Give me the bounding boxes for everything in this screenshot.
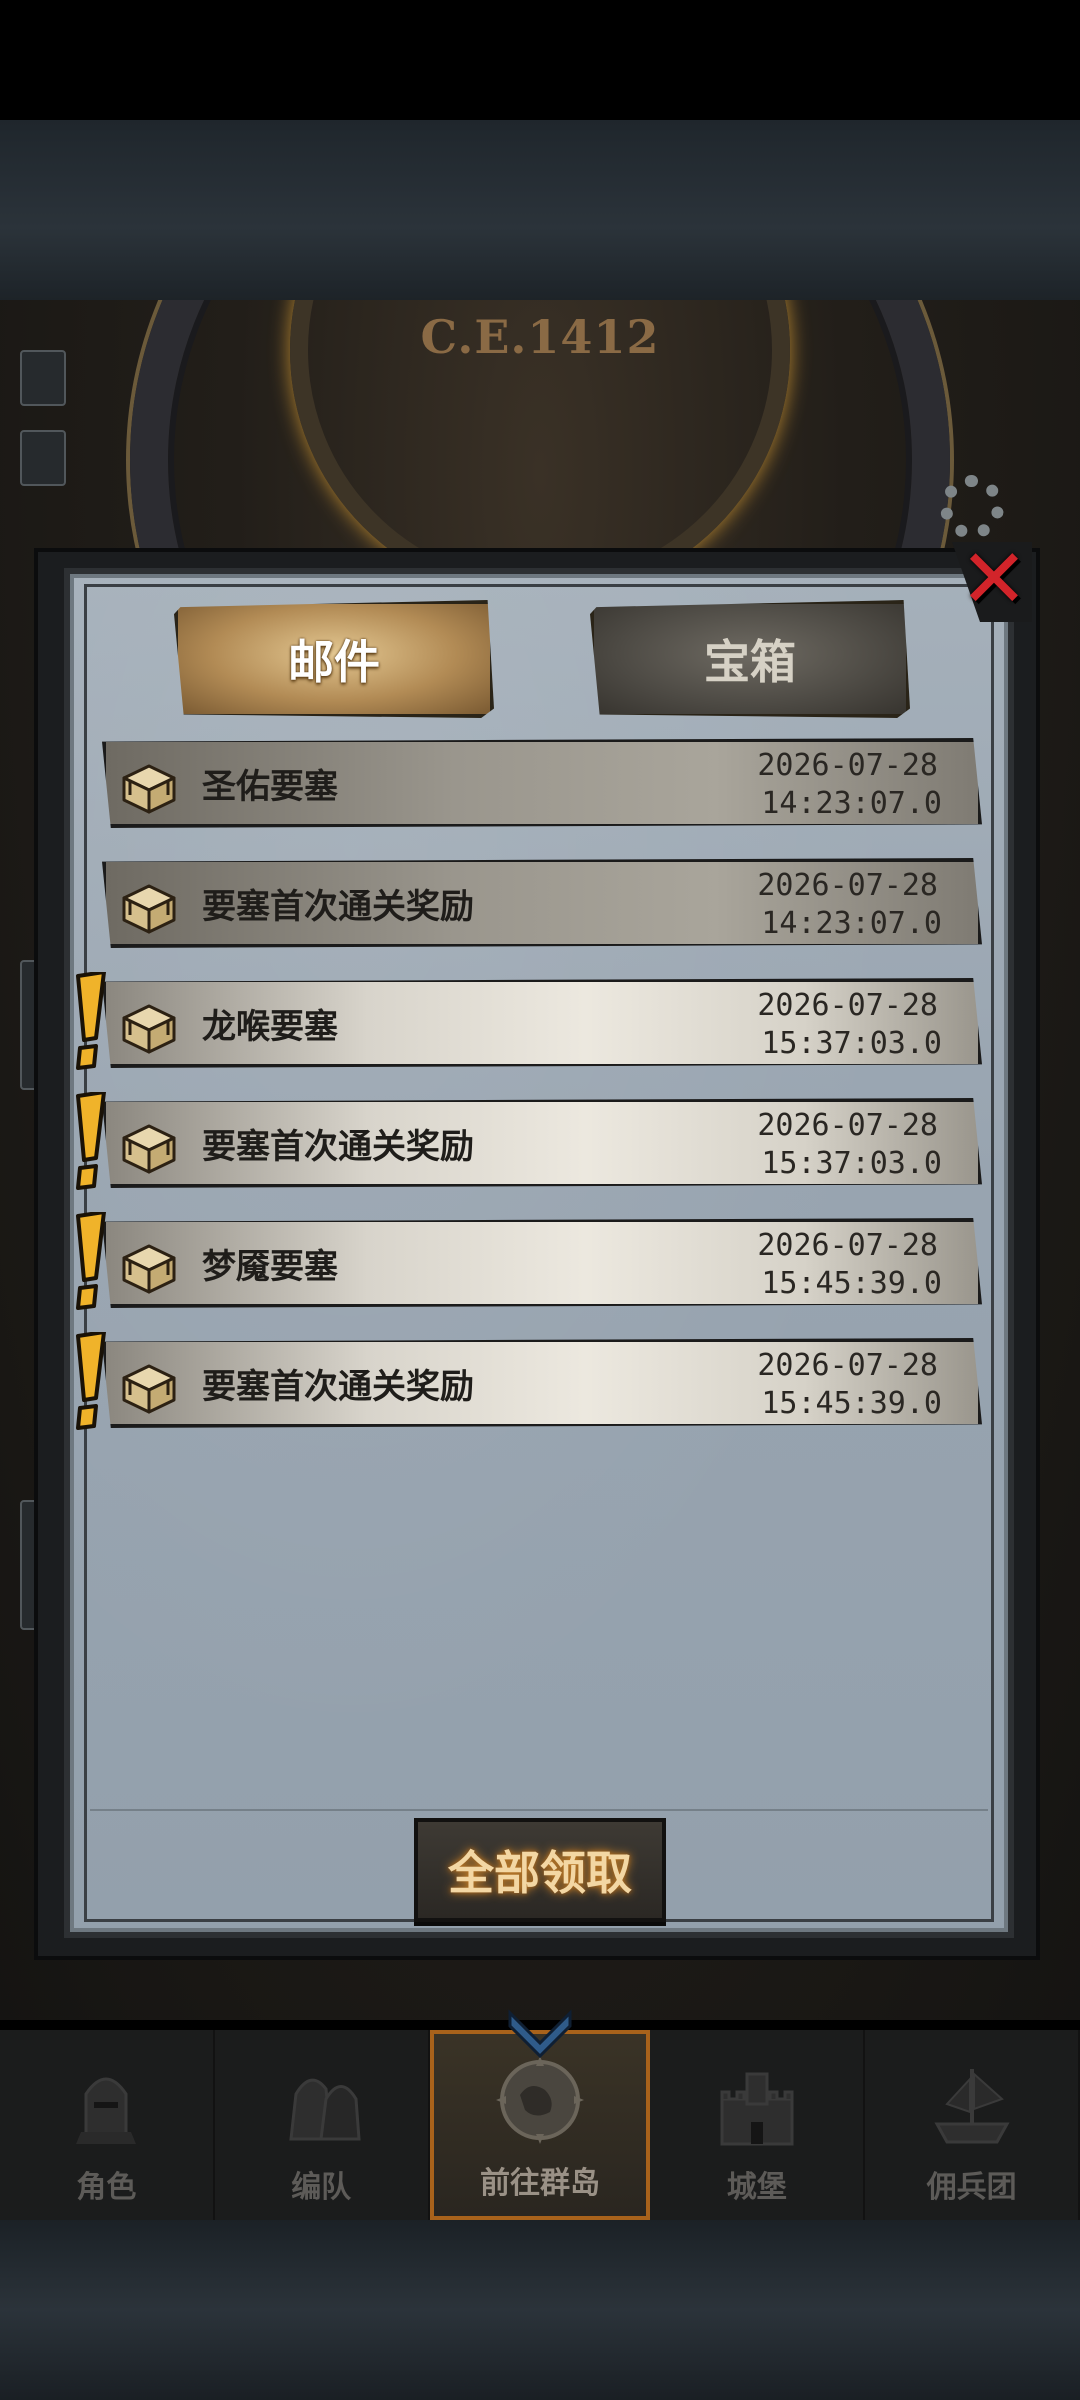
nav-item-mercenary[interactable]: 佣兵团 — [865, 2030, 1080, 2220]
tab-mail-label: 邮件 — [288, 635, 380, 689]
mail-title: 龙喉要塞 — [202, 1007, 338, 1047]
nav-item-character[interactable]: 角色 — [0, 2030, 215, 2220]
mail-date: 2026-07-28 — [757, 1348, 938, 1383]
knight-helmet-icon — [76, 2077, 137, 2144]
mail-time: 14:23:07.0 — [761, 786, 942, 821]
nav-item-formation[interactable]: 编队 — [215, 2030, 430, 2220]
tab-chest[interactable]: 宝箱 — [590, 600, 910, 718]
mail-time: 14:23:07.0 — [761, 906, 942, 941]
world-map-compass-icon — [495, 2056, 584, 2144]
nav-label: 前往群岛 — [479, 2166, 600, 2201]
nav-item-islands[interactable]: 前往群岛 — [429, 2009, 651, 2220]
mail-title: 要塞首次通关奖励 — [202, 887, 474, 927]
mail-time: 15:45:39.0 — [761, 1386, 942, 1421]
mail-date: 2026-07-28 — [757, 988, 938, 1023]
status-bar-area — [0, 0, 1080, 120]
mail-row[interactable]: 龙喉要塞 2026-07-28 15:37:03.0 — [102, 978, 982, 1068]
mail-date: 2026-07-28 — [757, 748, 938, 783]
nav-label: 佣兵团 — [926, 2170, 1017, 2205]
unread-alert-icon — [70, 1210, 110, 1312]
bottom-banner — [0, 2220, 1080, 2400]
nav-label: 编队 — [291, 2170, 352, 2205]
mail-row[interactable]: 要塞首次通关奖励 2026-07-28 15:37:03.0 — [102, 1098, 982, 1188]
mail-time: 15:37:03.0 — [761, 1026, 942, 1061]
team-formation-icon — [289, 2078, 361, 2141]
treasure-chest-icon — [122, 1004, 176, 1054]
tab-chest-label: 宝箱 — [704, 635, 796, 689]
unread-alert-icon — [70, 970, 110, 1072]
mail-time: 15:37:03.0 — [761, 1146, 942, 1181]
castle-icon — [720, 2072, 794, 2146]
year-label: C.E.1412 — [420, 310, 660, 364]
treasure-chest-icon — [122, 884, 176, 934]
mail-row[interactable]: 要塞首次通关奖励 2026-07-28 14:23:07.0 — [102, 858, 982, 948]
mail-row[interactable]: 要塞首次通关奖励 2026-07-28 15:45:39.0 — [102, 1338, 982, 1428]
treasure-chest-icon — [122, 1364, 176, 1414]
unread-alert-icon — [70, 1330, 110, 1432]
treasure-chest-icon — [122, 1244, 176, 1294]
mail-date: 2026-07-28 — [757, 1108, 938, 1143]
claim-all-label: 全部领取 — [448, 1846, 632, 1900]
top-banner — [0, 120, 1080, 300]
gear-icon[interactable] — [940, 475, 1004, 539]
side-menu-button[interactable] — [20, 350, 66, 406]
mail-title: 要塞首次通关奖励 — [202, 1367, 474, 1407]
side-menu-button[interactable] — [20, 430, 66, 486]
mail-date: 2026-07-28 — [757, 1228, 938, 1263]
bottom-nav: 角色 编队 前往群岛 城堡 佣兵团 — [0, 2009, 1080, 2220]
tab-mail[interactable]: 邮件 — [174, 600, 494, 718]
mail-row[interactable]: 圣佑要塞 2026-07-28 14:23:07.0 — [102, 738, 982, 828]
treasure-chest-icon — [122, 1124, 176, 1174]
mail-date: 2026-07-28 — [757, 868, 938, 903]
mail-title: 梦魇要塞 — [202, 1247, 338, 1287]
nav-item-castle[interactable]: 城堡 — [650, 2030, 866, 2220]
treasure-chest-icon — [122, 764, 176, 814]
chevron-down-icon — [508, 2009, 572, 2058]
nav-label: 角色 — [76, 2170, 137, 2205]
dialog-divider — [90, 1809, 988, 1811]
mail-title: 要塞首次通关奖励 — [202, 1127, 474, 1167]
nav-label: 城堡 — [726, 2170, 787, 2205]
mail-title: 圣佑要塞 — [202, 767, 338, 807]
claim-all-button[interactable]: 全部领取 — [414, 1818, 666, 1922]
mail-time: 15:45:39.0 — [761, 1266, 942, 1301]
mercenary-ship-icon — [934, 2069, 1010, 2144]
mail-row[interactable]: 梦魇要塞 2026-07-28 15:45:39.0 — [102, 1218, 982, 1308]
close-icon[interactable]: ✕ — [958, 539, 1030, 621]
unread-alert-icon — [70, 1090, 110, 1192]
